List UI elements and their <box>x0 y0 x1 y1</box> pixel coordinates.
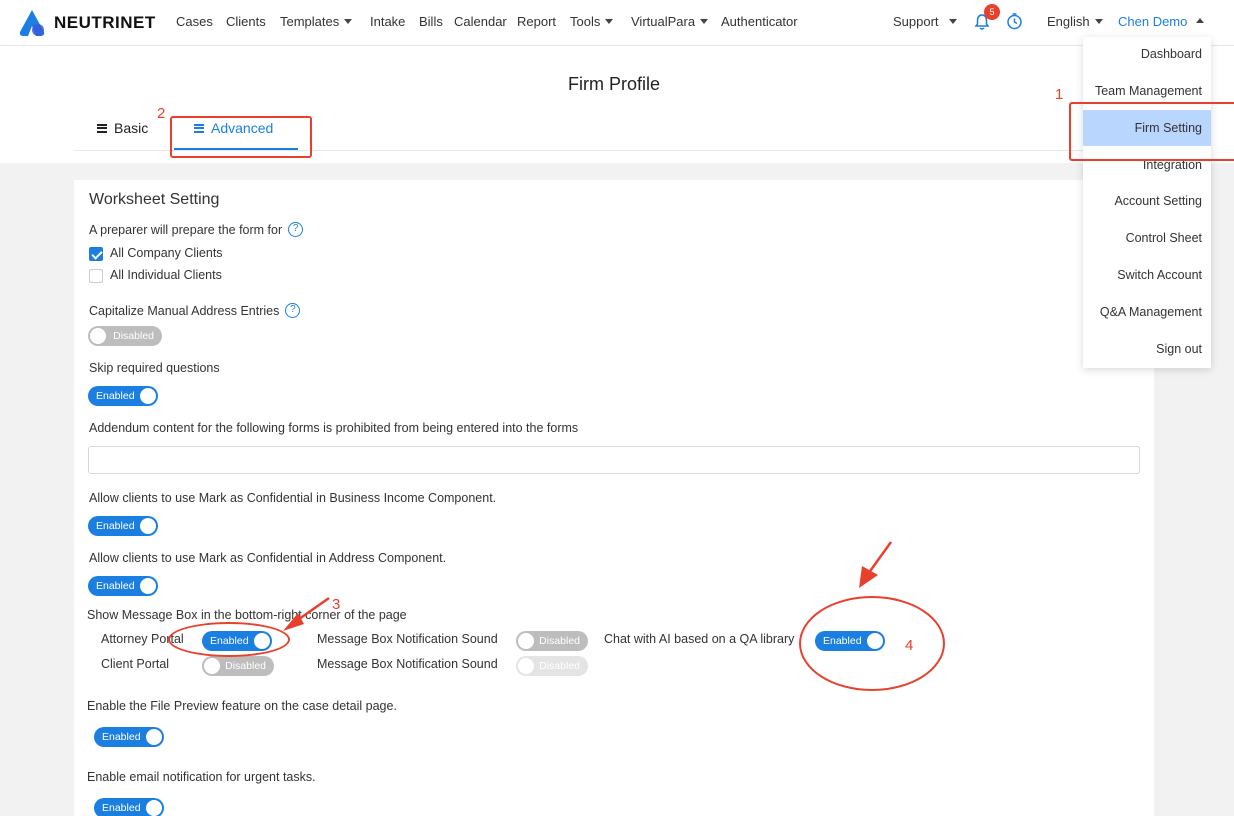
chevron-up-icon <box>1196 18 1205 24</box>
toggle-label: Enabled <box>102 802 141 814</box>
toggle-knob <box>140 388 156 404</box>
individual-clients-label: All Individual Clients <box>110 268 222 282</box>
client-sound-label: Message Box Notification Sound <box>317 657 498 671</box>
client-portal-label: Client Portal <box>101 657 170 671</box>
menu-item-dashboard[interactable]: Dashboard <box>1141 47 1202 61</box>
language-selector[interactable]: English <box>1047 14 1103 29</box>
annotation-ellipse-chat-ai-toggle <box>799 596 945 691</box>
user-menu-toggle[interactable]: Chen Demo <box>1118 14 1205 29</box>
menu-item-account-setting[interactable]: Account Setting <box>1114 194 1202 208</box>
nav-clients[interactable]: Clients <box>226 14 266 29</box>
nav-templates-label: Templates <box>280 14 340 29</box>
nav-authenticator[interactable]: Authenticator <box>721 14 798 29</box>
nav-report[interactable]: Report <box>517 14 556 29</box>
toggle-knob <box>140 578 156 594</box>
brand-logo[interactable]: NEUTRINET <box>16 8 156 38</box>
attorney-sound-label: Message Box Notification Sound <box>317 632 498 646</box>
toggle-label: Disabled <box>539 635 580 647</box>
annotation-number-2: 2 <box>157 105 166 122</box>
chevron-down-icon <box>948 19 957 25</box>
toggle-label: Enabled <box>96 520 135 532</box>
chevron-down-icon <box>344 19 353 25</box>
page-title: Firm Profile <box>567 74 660 94</box>
toggle-label: Enabled <box>96 390 135 402</box>
chevron-down-icon <box>605 19 614 25</box>
menu-item-control-sheet[interactable]: Control Sheet <box>1126 231 1202 245</box>
toggle-label: Enabled <box>102 731 141 743</box>
nav-bills[interactable]: Bills <box>419 14 443 29</box>
client-portal-toggle[interactable]: Disabled <box>202 656 274 676</box>
nav-tools-label: Tools <box>570 14 601 29</box>
addendum-label: Addendum content for the following forms… <box>89 421 579 435</box>
top-navbar: NEUTRINET Cases Clients Templates Intake… <box>0 0 1234 46</box>
email-notification-toggle[interactable]: Enabled <box>94 798 164 816</box>
nav-calendar[interactable]: Calendar <box>454 14 507 29</box>
confidential-address-toggle[interactable]: Enabled <box>88 576 158 596</box>
attorney-sound-toggle[interactable]: Disabled <box>516 631 588 651</box>
annotation-box-firm-setting <box>1069 102 1234 161</box>
checkbox-individual-clients[interactable] <box>89 269 103 283</box>
annotation-ellipse-attorney-toggle <box>168 622 290 657</box>
user-name: Chen Demo <box>1118 14 1188 29</box>
file-preview-label: Enable the File Preview feature on the c… <box>87 699 397 713</box>
confidential-business-label: Allow clients to use Mark as Confidentia… <box>89 491 497 505</box>
preparer-label: A preparer will prepare the form for? <box>89 222 304 238</box>
menu-item-switch-account[interactable]: Switch Account <box>1117 268 1202 282</box>
section-title: Worksheet Setting <box>89 191 220 208</box>
tab-basic-label: Basic <box>114 120 149 136</box>
menu-item-qa-management[interactable]: Q&A Management <box>1100 305 1202 319</box>
help-icon[interactable]: ? <box>288 222 304 238</box>
file-preview-toggle[interactable]: Enabled <box>94 727 164 747</box>
capitalize-toggle[interactable]: Disabled <box>88 326 162 346</box>
toggle-label: Enabled <box>96 580 135 592</box>
nav-intake[interactable]: Intake <box>370 14 405 29</box>
capitalize-label: Capitalize Manual Address Entries? <box>89 303 301 319</box>
email-notification-label: Enable email notification for urgent tas… <box>87 770 316 784</box>
nav-virtualpara-label: VirtualPara <box>631 14 696 29</box>
nav-tools[interactable]: Tools <box>570 14 614 29</box>
annotation-box-advanced-tab <box>170 116 312 158</box>
brand-name: NEUTRINET <box>54 13 156 32</box>
client-sound-toggle: Disabled <box>516 656 588 676</box>
nav-support-label: Support <box>893 14 939 29</box>
toggle-label: Disabled <box>113 330 154 342</box>
confidential-business-toggle[interactable]: Enabled <box>88 516 158 536</box>
skip-required-toggle[interactable]: Enabled <box>88 386 158 406</box>
nav-support[interactable]: Support <box>893 14 957 29</box>
toggle-knob <box>204 658 220 674</box>
help-icon[interactable]: ? <box>285 303 301 319</box>
annotation-number-3: 3 <box>332 596 341 613</box>
preparer-label-text: A preparer will prepare the form for <box>89 223 283 237</box>
nav-templates[interactable]: Templates <box>280 14 353 29</box>
neutrinet-logo-icon <box>19 10 45 36</box>
nav-cases[interactable]: Cases <box>176 14 213 29</box>
company-clients-label: All Company Clients <box>110 246 223 260</box>
nav-virtualpara[interactable]: VirtualPara <box>631 14 709 29</box>
confidential-address-label: Allow clients to use Mark as Confidentia… <box>89 551 447 565</box>
language-label: English <box>1047 14 1090 29</box>
toggle-knob <box>90 328 106 344</box>
list-icon <box>97 122 107 134</box>
toggle-knob <box>140 518 156 534</box>
menu-item-team-management[interactable]: Team Management <box>1095 84 1202 98</box>
checkbox-company-clients[interactable] <box>89 247 103 261</box>
toggle-label: Disabled <box>539 660 580 672</box>
skip-required-label: Skip required questions <box>89 361 220 375</box>
toggle-knob <box>518 658 534 674</box>
chevron-down-icon <box>1094 19 1103 25</box>
tab-basic[interactable]: Basic <box>97 120 148 136</box>
menu-item-sign-out[interactable]: Sign out <box>1156 342 1202 356</box>
chat-ai-label: Chat with AI based on a QA library <box>604 632 795 646</box>
toggle-label: Disabled <box>225 660 266 672</box>
chevron-down-icon <box>700 19 709 25</box>
capitalize-label-text: Capitalize Manual Address Entries <box>89 304 280 318</box>
annotation-number-1: 1 <box>1055 86 1064 103</box>
notification-badge: 5 <box>984 4 1000 20</box>
toggle-knob <box>518 633 534 649</box>
addendum-input[interactable] <box>88 446 1140 474</box>
toggle-knob <box>146 729 162 745</box>
message-box-label: Show Message Box in the bottom-right cor… <box>87 608 407 622</box>
timer-icon[interactable] <box>1006 13 1023 30</box>
toggle-knob <box>146 800 162 816</box>
